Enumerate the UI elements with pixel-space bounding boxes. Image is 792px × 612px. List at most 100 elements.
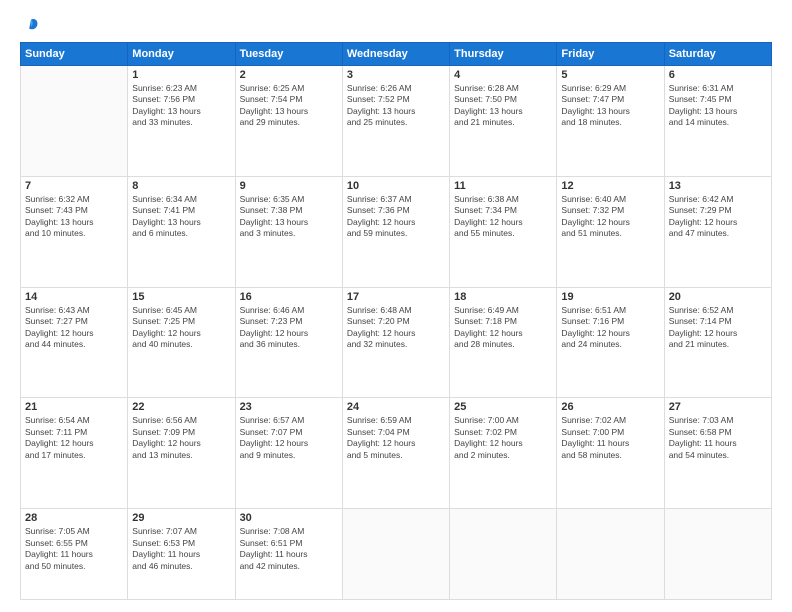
header-row: Sunday Monday Tuesday Wednesday Thursday… (21, 43, 772, 66)
day-number: 17 (347, 291, 445, 303)
calendar-day-cell: 24 Sunrise: 6:59 AM Sunset: 7:04 PM Dayli… (342, 398, 449, 509)
day-info: Sunrise: 7:00 AM Sunset: 7:02 PM Dayligh… (454, 415, 552, 461)
day-info: Sunrise: 6:54 AM Sunset: 7:11 PM Dayligh… (25, 415, 123, 461)
calendar-day-cell: 16Sunrise: 6:46 AM Sunset: 7:23 PM Dayli… (235, 287, 342, 398)
calendar-day-cell: 17 Sunrise: 6:48 AM Sunset: 7:20 PM Dayli… (342, 287, 449, 398)
day-number: 12 (561, 180, 659, 192)
day-number: 2 (240, 69, 338, 81)
day-info: Sunrise: 6:51 AM Sunset: 7:16 PM Dayligh… (561, 305, 659, 351)
calendar-day-cell: 25 Sunrise: 7:00 AM Sunset: 7:02 PM Dayli… (450, 398, 557, 509)
day-info: Sunrise: 6:26 AM Sunset: 7:52 PM Dayligh… (347, 83, 445, 129)
calendar-day-cell: 26 Sunrise: 7:02 AM Sunset: 7:00 PM Dayli… (557, 398, 664, 509)
header-monday: Monday (128, 43, 235, 66)
day-info: Sunrise: 6:31 AM Sunset: 7:45 PM Dayligh… (669, 83, 767, 129)
calendar-day-cell: 3 Sunrise: 6:26 AM Sunset: 7:52 PM Daylig… (342, 66, 449, 177)
calendar-week-row: 28 Sunrise: 7:05 AM Sunset: 6:55 PM Dayli… (21, 509, 772, 600)
calendar-day-cell: 1Sunrise: 6:23 AM Sunset: 7:56 PM Daylig… (128, 66, 235, 177)
day-info: Sunrise: 6:45 AM Sunset: 7:25 PM Dayligh… (132, 305, 230, 351)
calendar-day-cell (342, 509, 449, 600)
calendar-body: 1Sunrise: 6:23 AM Sunset: 7:56 PM Daylig… (21, 66, 772, 600)
logo (20, 16, 40, 34)
calendar-header: Sunday Monday Tuesday Wednesday Thursday… (21, 43, 772, 66)
calendar-day-cell: 20 Sunrise: 6:52 AM Sunset: 7:14 PM Dayli… (664, 287, 771, 398)
calendar-day-cell: 7 Sunrise: 6:32 AM Sunset: 7:43 PM Daylig… (21, 176, 128, 287)
day-info: Sunrise: 6:48 AM Sunset: 7:20 PM Dayligh… (347, 305, 445, 351)
calendar-day-cell: 21Sunrise: 6:54 AM Sunset: 7:11 PM Dayli… (21, 398, 128, 509)
day-info: Sunrise: 6:38 AM Sunset: 7:34 PM Dayligh… (454, 194, 552, 240)
day-info: Sunrise: 6:34 AM Sunset: 7:41 PM Dayligh… (132, 194, 230, 240)
day-info: Sunrise: 6:35 AM Sunset: 7:38 PM Dayligh… (240, 194, 338, 240)
header-saturday: Saturday (664, 43, 771, 66)
calendar-day-cell: 12Sunrise: 6:40 AM Sunset: 7:32 PM Dayli… (557, 176, 664, 287)
day-number: 23 (240, 401, 338, 413)
day-number: 15 (132, 291, 230, 303)
day-number: 7 (25, 180, 123, 192)
day-info: Sunrise: 6:25 AM Sunset: 7:54 PM Dayligh… (240, 83, 338, 129)
calendar-day-cell (450, 509, 557, 600)
day-info: Sunrise: 6:37 AM Sunset: 7:36 PM Dayligh… (347, 194, 445, 240)
calendar-week-row: 21Sunrise: 6:54 AM Sunset: 7:11 PM Dayli… (21, 398, 772, 509)
day-info: Sunrise: 6:56 AM Sunset: 7:09 PM Dayligh… (132, 415, 230, 461)
day-number: 19 (561, 291, 659, 303)
calendar-day-cell (21, 66, 128, 177)
day-info: Sunrise: 6:57 AM Sunset: 7:07 PM Dayligh… (240, 415, 338, 461)
day-number: 29 (132, 512, 230, 524)
calendar-week-row: 7 Sunrise: 6:32 AM Sunset: 7:43 PM Daylig… (21, 176, 772, 287)
calendar-day-cell: 8 Sunrise: 6:34 AM Sunset: 7:41 PM Daylig… (128, 176, 235, 287)
day-info: Sunrise: 6:43 AM Sunset: 7:27 PM Dayligh… (25, 305, 123, 351)
calendar-day-cell: 22 Sunrise: 6:56 AM Sunset: 7:09 PM Dayli… (128, 398, 235, 509)
day-number: 4 (454, 69, 552, 81)
day-number: 24 (347, 401, 445, 413)
day-info: Sunrise: 7:05 AM Sunset: 6:55 PM Dayligh… (25, 526, 123, 572)
header-tuesday: Tuesday (235, 43, 342, 66)
day-info: Sunrise: 6:59 AM Sunset: 7:04 PM Dayligh… (347, 415, 445, 461)
calendar-day-cell: 6 Sunrise: 6:31 AM Sunset: 7:45 PM Daylig… (664, 66, 771, 177)
day-number: 5 (561, 69, 659, 81)
calendar-day-cell: 19 Sunrise: 6:51 AM Sunset: 7:16 PM Dayli… (557, 287, 664, 398)
day-info: Sunrise: 7:08 AM Sunset: 6:51 PM Dayligh… (240, 526, 338, 572)
day-number: 14 (25, 291, 123, 303)
day-info: Sunrise: 7:02 AM Sunset: 7:00 PM Dayligh… (561, 415, 659, 461)
day-number: 10 (347, 180, 445, 192)
day-number: 26 (561, 401, 659, 413)
calendar-day-cell: 23 Sunrise: 6:57 AM Sunset: 7:07 PM Dayli… (235, 398, 342, 509)
calendar-day-cell: 5 Sunrise: 6:29 AM Sunset: 7:47 PM Daylig… (557, 66, 664, 177)
calendar-week-row: 1Sunrise: 6:23 AM Sunset: 7:56 PM Daylig… (21, 66, 772, 177)
day-number: 27 (669, 401, 767, 413)
calendar-day-cell (664, 509, 771, 600)
calendar-day-cell: 30 Sunrise: 7:08 AM Sunset: 6:51 PM Dayli… (235, 509, 342, 600)
calendar-day-cell: 27 Sunrise: 7:03 AM Sunset: 6:58 PM Dayli… (664, 398, 771, 509)
day-info: Sunrise: 7:07 AM Sunset: 6:53 PM Dayligh… (132, 526, 230, 572)
day-info: Sunrise: 6:52 AM Sunset: 7:14 PM Dayligh… (669, 305, 767, 351)
day-info: Sunrise: 6:29 AM Sunset: 7:47 PM Dayligh… (561, 83, 659, 129)
day-number: 28 (25, 512, 123, 524)
day-number: 13 (669, 180, 767, 192)
calendar-day-cell: 9Sunrise: 6:35 AM Sunset: 7:38 PM Daylig… (235, 176, 342, 287)
header (20, 16, 772, 34)
day-number: 8 (132, 180, 230, 192)
day-number: 20 (669, 291, 767, 303)
calendar-day-cell (557, 509, 664, 600)
day-number: 22 (132, 401, 230, 413)
header-friday: Friday (557, 43, 664, 66)
day-number: 3 (347, 69, 445, 81)
day-number: 6 (669, 69, 767, 81)
day-info: Sunrise: 6:32 AM Sunset: 7:43 PM Dayligh… (25, 194, 123, 240)
day-info: Sunrise: 6:42 AM Sunset: 7:29 PM Dayligh… (669, 194, 767, 240)
day-number: 1 (132, 69, 230, 81)
day-number: 25 (454, 401, 552, 413)
day-number: 11 (454, 180, 552, 192)
day-number: 30 (240, 512, 338, 524)
calendar-week-row: 14 Sunrise: 6:43 AM Sunset: 7:27 PM Dayli… (21, 287, 772, 398)
calendar-day-cell: 18 Sunrise: 6:49 AM Sunset: 7:18 PM Dayli… (450, 287, 557, 398)
day-number: 18 (454, 291, 552, 303)
calendar-day-cell: 2 Sunrise: 6:25 AM Sunset: 7:54 PM Daylig… (235, 66, 342, 177)
page: Sunday Monday Tuesday Wednesday Thursday… (0, 0, 792, 612)
day-info: Sunrise: 6:46 AM Sunset: 7:23 PM Dayligh… (240, 305, 338, 351)
day-info: Sunrise: 7:03 AM Sunset: 6:58 PM Dayligh… (669, 415, 767, 461)
header-thursday: Thursday (450, 43, 557, 66)
header-wednesday: Wednesday (342, 43, 449, 66)
day-info: Sunrise: 6:49 AM Sunset: 7:18 PM Dayligh… (454, 305, 552, 351)
logo-bird-icon (22, 16, 40, 34)
calendar-table: Sunday Monday Tuesday Wednesday Thursday… (20, 42, 772, 600)
